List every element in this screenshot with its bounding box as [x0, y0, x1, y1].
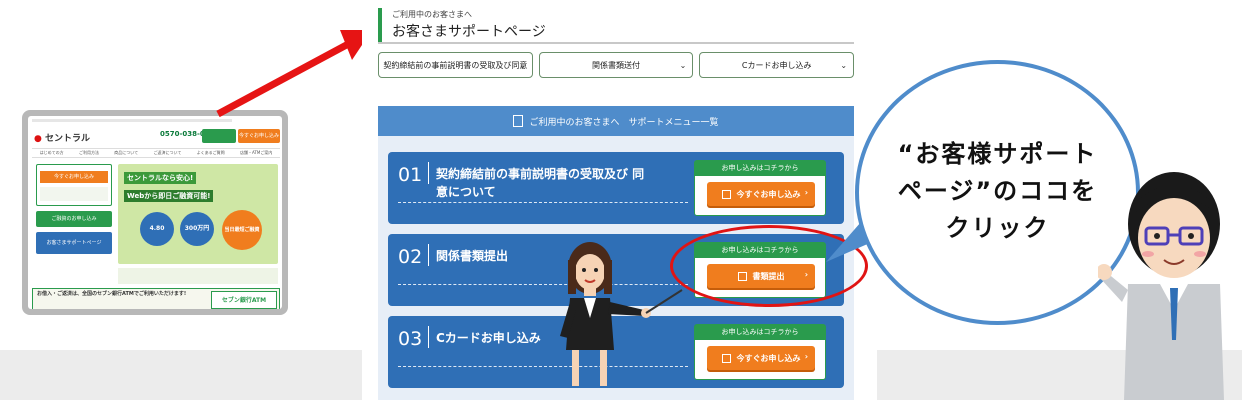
- presenter-man-illustration: [1098, 172, 1224, 400]
- speech-bubble-line: クリック: [945, 214, 1050, 242]
- speech-bubble-line: ページ”のココを: [897, 177, 1098, 205]
- tutorial-stage: ● セントラル 0570-038-034 今すぐお申し込み はじめての方 ご利用…: [0, 0, 1242, 400]
- speech-bubble-line: “お客様サポート: [897, 140, 1098, 168]
- speech-bubble-text: “お客様サポート ページ”のココを クリック: [859, 136, 1136, 247]
